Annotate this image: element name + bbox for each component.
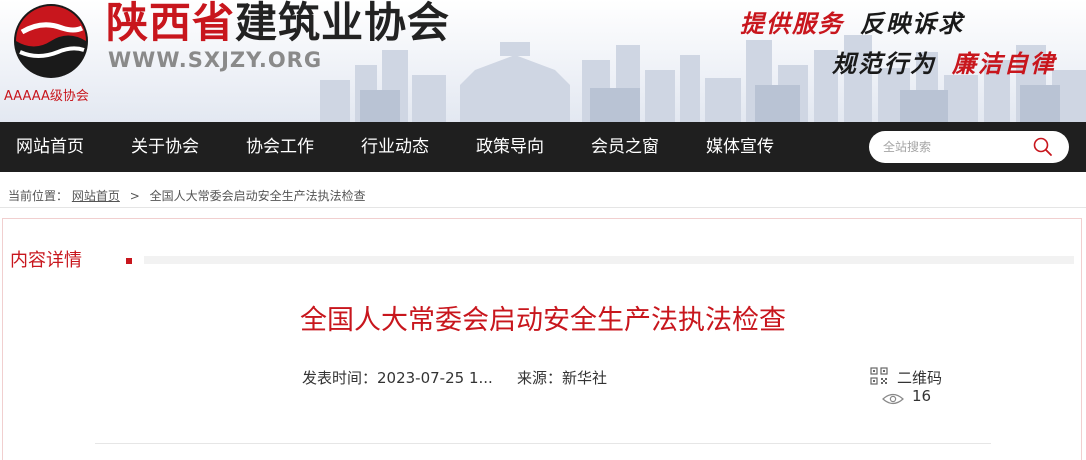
article-source: 来源：新华社 [517, 369, 608, 387]
eye-icon [882, 393, 904, 405]
association-logo [14, 4, 88, 78]
article-divider [95, 443, 991, 444]
breadcrumb-label: 当前位置： [8, 189, 69, 203]
view-count: 16 [912, 387, 932, 405]
content-panel [2, 218, 1082, 460]
search-input[interactable] [883, 137, 1033, 157]
breadcrumb: 当前位置： 网站首页 > 全国人大常委会启动安全生产法执法检查 [8, 187, 366, 204]
qr-code-label[interactable]: 二维码 [897, 367, 942, 388]
article-title: 全国人大常委会启动安全生产法执法检查 [300, 305, 786, 336]
site-name-org: 建筑业协会 [235, 0, 451, 47]
rating-label: AAAAA级协会 [4, 89, 89, 104]
search-icon[interactable] [1032, 136, 1054, 158]
slogan-3: 规范行为 [832, 49, 936, 78]
page: 陕西省建筑业协会 WWW.SXJZY.ORG AAAAA级协会 提供服务 反映诉… [0, 0, 1086, 460]
header-banner: 陕西省建筑业协会 WWW.SXJZY.ORG AAAAA级协会 提供服务 反映诉… [0, 0, 1086, 122]
breadcrumb-separator: > [129, 189, 140, 203]
breadcrumb-current: 全国人大常委会启动安全生产法执法检查 [149, 189, 366, 203]
nav-item-home[interactable]: 网站首页 [16, 122, 84, 172]
breadcrumb-home-link[interactable]: 网站首页 [72, 189, 120, 203]
site-name-region: 陕西省 [106, 0, 236, 47]
qr-code-icon[interactable] [870, 367, 888, 385]
site-name: 陕西省建筑业协会 [106, 0, 450, 46]
nav-item-policy[interactable]: 政策导向 [476, 122, 544, 172]
nav-item-industry-news[interactable]: 行业动态 [361, 122, 429, 172]
slogan-4: 廉洁自律 [952, 49, 1056, 78]
publish-time: 发表时间：2023-07-25 1... [302, 369, 493, 387]
site-url: WWW.SXJZY.ORG [108, 48, 323, 72]
slogan-1: 提供服务 [740, 9, 844, 38]
slogan-2: 反映诉求 [860, 9, 964, 38]
section-divider [144, 256, 1074, 264]
nav-item-work[interactable]: 协会工作 [246, 122, 314, 172]
nav-item-media[interactable]: 媒体宣传 [706, 122, 774, 172]
nav-item-members[interactable]: 会员之窗 [591, 122, 659, 172]
section-title: 内容详情 [10, 250, 82, 271]
breadcrumb-divider [0, 207, 1086, 208]
section-marker [126, 258, 132, 264]
nav-item-about[interactable]: 关于协会 [131, 122, 199, 172]
